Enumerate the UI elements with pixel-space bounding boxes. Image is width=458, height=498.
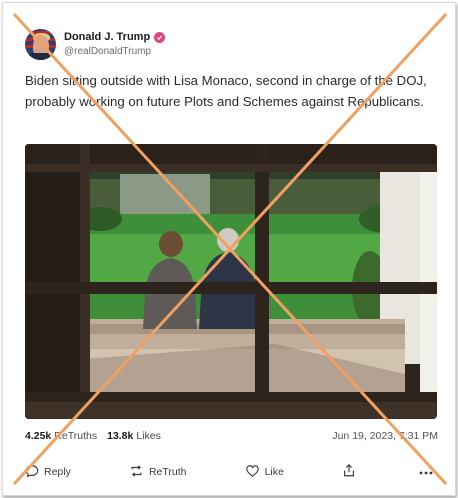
verified-badge-icon xyxy=(154,31,166,43)
retruths-label: ReTruths xyxy=(54,430,98,442)
like-label: Like xyxy=(264,466,284,478)
likes-label: Likes xyxy=(136,430,161,442)
author-display-name[interactable]: Donald J. Trump xyxy=(64,31,150,43)
share-button[interactable] xyxy=(342,463,361,481)
retruth-label: ReTruth xyxy=(148,466,187,478)
reply-icon xyxy=(25,464,44,481)
post-stats: 4.25k ReTruths 13.8k Likes Jun 19, 2023,… xyxy=(25,430,438,442)
share-icon xyxy=(342,463,361,481)
reply-label: Reply xyxy=(44,466,71,478)
more-options-button[interactable] xyxy=(419,466,438,478)
likes-stat[interactable]: 13.8k Likes xyxy=(107,430,161,442)
post-header: Donald J. Trump @realDonaldTrump xyxy=(25,27,166,61)
photo-illustration xyxy=(25,144,437,419)
retruths-stat[interactable]: 4.25k ReTruths xyxy=(25,430,97,442)
like-button[interactable]: Like xyxy=(245,464,284,481)
post-timestamp[interactable]: Jun 19, 2023, 7:31 PM xyxy=(332,430,438,442)
retruth-icon xyxy=(129,464,149,481)
retruths-count: 4.25k xyxy=(25,430,52,442)
post-image[interactable] xyxy=(25,144,437,419)
more-icon xyxy=(419,466,438,478)
heart-icon xyxy=(245,464,265,481)
author-info: Donald J. Trump @realDonaldTrump xyxy=(64,31,166,57)
author-handle[interactable]: @realDonaldTrump xyxy=(64,46,165,57)
post-card: Donald J. Trump @realDonaldTrump Biden s… xyxy=(2,2,456,496)
post-actions: Reply ReTruth Like xyxy=(25,461,438,483)
avatar[interactable] xyxy=(25,28,56,60)
retruth-button[interactable]: ReTruth xyxy=(129,464,187,481)
reply-button[interactable]: Reply xyxy=(25,464,71,481)
likes-count: 13.8k xyxy=(107,430,134,442)
post-text: Biden sitting outside with Lisa Monaco, … xyxy=(25,73,427,109)
